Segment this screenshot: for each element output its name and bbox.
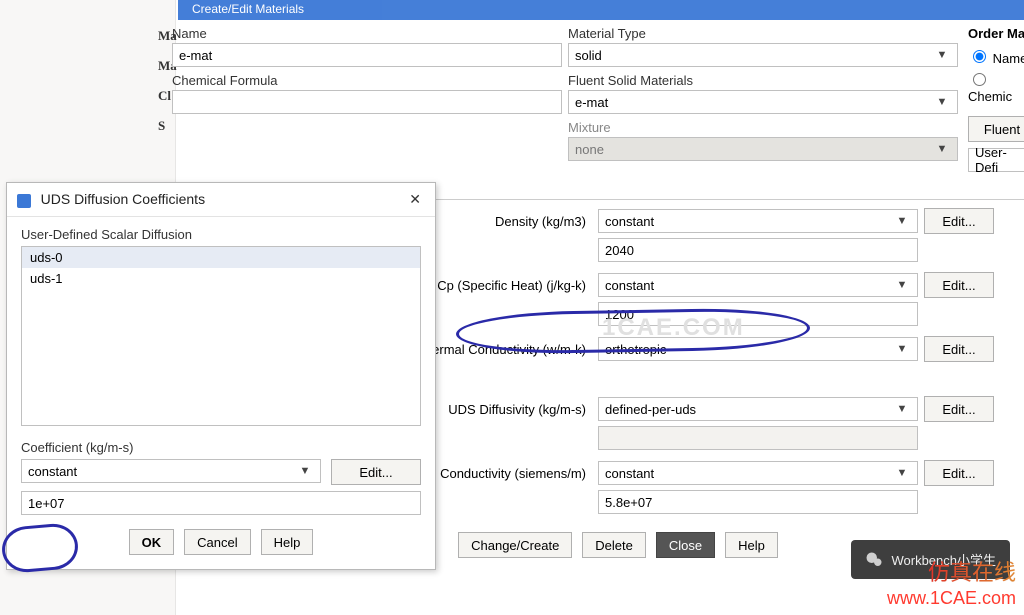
wechat-icon bbox=[865, 551, 883, 569]
dialog-button-row: OK Cancel Help bbox=[21, 529, 421, 555]
cancel-button[interactable]: Cancel bbox=[184, 529, 250, 555]
density-value-input[interactable] bbox=[598, 238, 918, 262]
coefficient-method-select[interactable]: constant▼ bbox=[21, 459, 321, 483]
cp-method-select[interactable]: constant▼ bbox=[598, 273, 918, 297]
chevron-down-icon: ▼ bbox=[893, 403, 911, 415]
dialog-titlebar: UDS Diffusion Coefficients ✕ bbox=[7, 183, 435, 217]
coefficient-value-input[interactable] bbox=[21, 491, 421, 515]
app-icon bbox=[17, 194, 31, 208]
main-panel: Ma Ma Cl S Create/Edit Materials Name Ch… bbox=[0, 0, 1024, 615]
name-label: Name bbox=[172, 26, 562, 41]
fsm-group: Fluent Solid Materials e-mat ▼ bbox=[568, 73, 958, 114]
title-bar: Create/Edit Materials bbox=[178, 0, 1024, 20]
background-watermark: 1CAE.COM bbox=[602, 314, 745, 342]
cp-edit-button[interactable]: Edit... bbox=[924, 272, 994, 298]
window-title: Create/Edit Materials bbox=[178, 2, 304, 16]
chevron-down-icon: ▼ bbox=[893, 279, 911, 291]
chevron-down-icon: ▼ bbox=[933, 143, 951, 155]
fsm-label: Fluent Solid Materials bbox=[568, 73, 958, 88]
watermark-cn: 仿真在线 bbox=[928, 555, 1016, 587]
chevron-down-icon: ▼ bbox=[933, 49, 951, 61]
chevron-down-icon: ▼ bbox=[933, 96, 951, 108]
name-input[interactable] bbox=[172, 43, 562, 67]
name-field-group: Name bbox=[172, 26, 562, 67]
thermal-edit-button[interactable]: Edit... bbox=[924, 336, 994, 362]
close-icon[interactable]: ✕ bbox=[405, 191, 425, 208]
dialog-title: UDS Diffusion Coefficients bbox=[41, 191, 205, 207]
chevron-down-icon: ▼ bbox=[893, 343, 911, 355]
coefficient-edit-button[interactable]: Edit... bbox=[331, 459, 421, 485]
material-type-label: Material Type bbox=[568, 26, 958, 41]
electrical-edit-button[interactable]: Edit... bbox=[924, 460, 994, 486]
density-method-select[interactable]: constant▼ bbox=[598, 209, 918, 233]
order-radio-group: Name Chemic bbox=[968, 47, 1024, 104]
uds-list[interactable]: uds-0 uds-1 bbox=[21, 246, 421, 426]
chevron-down-icon: ▼ bbox=[893, 215, 911, 227]
electrical-value-input[interactable] bbox=[598, 490, 918, 514]
order-heading: Order Mat bbox=[968, 26, 1024, 41]
list-item[interactable]: uds-1 bbox=[22, 268, 420, 289]
formula-label: Chemical Formula bbox=[172, 73, 562, 88]
change-create-button[interactable]: Change/Create bbox=[458, 532, 572, 558]
formula-field-group: Chemical Formula bbox=[172, 73, 562, 114]
fsm-select[interactable]: e-mat ▼ bbox=[568, 90, 958, 114]
coefficient-label: Coefficient (kg/m-s) bbox=[21, 440, 133, 455]
electrical-method-select[interactable]: constant▼ bbox=[598, 461, 918, 485]
list-item[interactable]: uds-0 bbox=[22, 247, 420, 268]
uds-scalar-label: User-Defined Scalar Diffusion bbox=[21, 227, 421, 242]
ok-button[interactable]: OK bbox=[129, 529, 175, 555]
material-type-select[interactable]: solid ▼ bbox=[568, 43, 958, 67]
uds-method-select[interactable]: defined-per-uds▼ bbox=[598, 397, 918, 421]
order-radio-name[interactable]: Name bbox=[968, 47, 1024, 66]
uds-diffusion-dialog: UDS Diffusion Coefficients ✕ User-Define… bbox=[6, 182, 436, 570]
user-defined-select[interactable]: User-Defi bbox=[968, 148, 1024, 172]
mixture-label: Mixture bbox=[568, 120, 958, 135]
chevron-down-icon: ▼ bbox=[893, 467, 911, 479]
order-radio-chemical[interactable]: Chemic bbox=[968, 70, 1024, 104]
chevron-down-icon: ▼ bbox=[296, 465, 314, 477]
watermark-url: www.1CAE.com bbox=[887, 588, 1016, 609]
material-type-group: Material Type solid ▼ bbox=[568, 26, 958, 67]
dialog-help-button[interactable]: Help bbox=[261, 529, 314, 555]
help-button[interactable]: Help bbox=[725, 532, 778, 558]
mixture-group: Mixture none ▼ bbox=[568, 120, 958, 161]
density-edit-button[interactable]: Edit... bbox=[924, 208, 994, 234]
uds-edit-button[interactable]: Edit... bbox=[924, 396, 994, 422]
fluent-db-button[interactable]: Fluent bbox=[968, 116, 1024, 142]
delete-button[interactable]: Delete bbox=[582, 532, 646, 558]
close-button[interactable]: Close bbox=[656, 532, 715, 558]
formula-input[interactable] bbox=[172, 90, 562, 114]
uds-value-input bbox=[598, 426, 918, 450]
mixture-select: none ▼ bbox=[568, 137, 958, 161]
